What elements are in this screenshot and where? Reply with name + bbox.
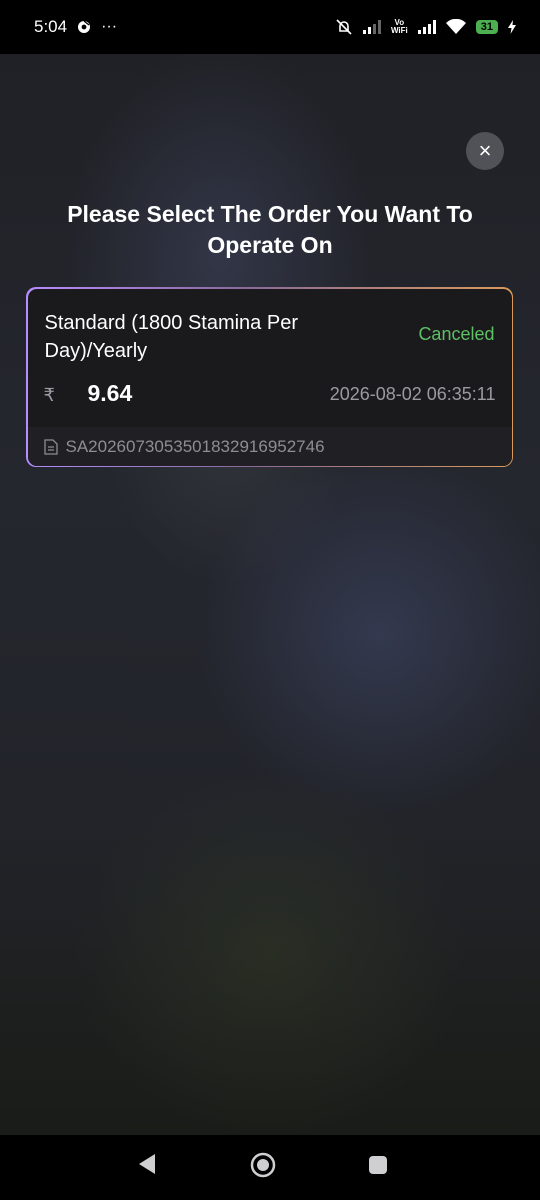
- status-time: 5:04: [34, 17, 68, 36]
- status-bar: 5:04 ··· Vo WiFi 31: [0, 0, 540, 54]
- charging-icon: [508, 20, 516, 34]
- document-icon: [43, 438, 58, 455]
- signal-icon: [362, 20, 381, 34]
- home-icon[interactable]: [250, 1152, 276, 1178]
- order-id: SA20260730535018329169527​46: [65, 436, 325, 456]
- status-badge: Canceled: [418, 323, 495, 344]
- more-notifications-icon: ···: [101, 18, 118, 35]
- vowifi-label: Vo WiFi: [390, 18, 408, 35]
- page-title: Please Select The Order You Want To Oper…: [67, 201, 473, 258]
- order-card[interactable]: Standard (1800 Stamina Per Day)/Yearly C…: [26, 287, 513, 467]
- order-select-screen: × Please Select The Order You Want To Op…: [0, 54, 540, 1135]
- close-button[interactable]: ×: [466, 132, 504, 170]
- status-bar-left: 5:04 ···: [34, 17, 117, 37]
- navigation-bar: [0, 1135, 540, 1200]
- status-bar-right: Vo WiFi 31: [335, 18, 516, 36]
- order-card-body: Standard (1800 Stamina Per Day)/Yearly C…: [27, 288, 512, 466]
- order-amount: 9.64: [87, 379, 133, 406]
- order-plan: Standard (1800 Stamina Per Day)/Yearly: [44, 311, 299, 362]
- chrome-icon: [78, 20, 91, 33]
- mute-icon: [336, 19, 352, 35]
- currency-symbol: ₹: [43, 384, 55, 405]
- order-id-row: SA20260730535018329169527​46: [27, 426, 512, 466]
- recents-icon[interactable]: [368, 1155, 388, 1175]
- wifi-icon: [445, 19, 466, 34]
- close-icon: ×: [478, 138, 492, 163]
- battery-badge: 31: [475, 20, 498, 34]
- back-icon[interactable]: [137, 1153, 157, 1175]
- order-datetime: 2026-08-02 06:35:11: [329, 383, 496, 404]
- signal-icon: [417, 20, 436, 34]
